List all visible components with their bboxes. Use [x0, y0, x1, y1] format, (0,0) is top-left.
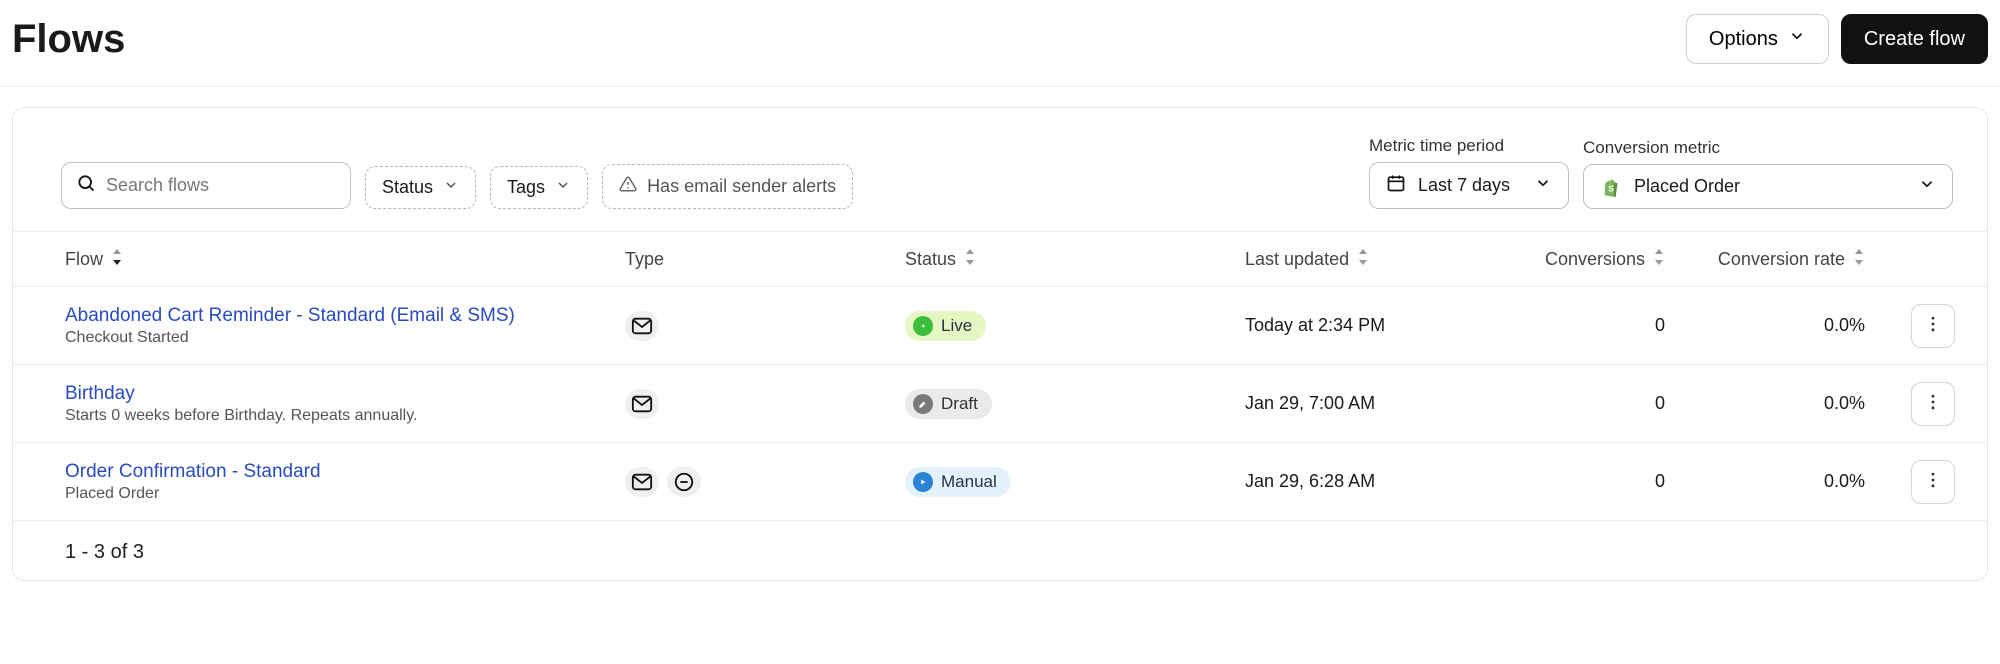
- chevron-down-icon: [555, 177, 571, 198]
- sort-icon: [1853, 249, 1865, 270]
- page-header: Flows Options Create flow: [0, 0, 2000, 87]
- status-badge: Live: [905, 311, 986, 341]
- chevron-down-icon: [1918, 175, 1936, 198]
- type-icons: [625, 311, 905, 341]
- pagination: 1 - 3 of 3: [13, 521, 1987, 566]
- conversion-metric-label: Conversion metric: [1583, 138, 1953, 158]
- status-badge: Manual: [905, 467, 1011, 497]
- conversions-value: 0: [1505, 315, 1665, 336]
- col-last-updated[interactable]: Last updated: [1245, 249, 1505, 270]
- metric-time-period-group: Metric time period Last 7 days: [1369, 136, 1569, 209]
- type-icons: [625, 467, 905, 497]
- sender-alerts-label: Has email sender alerts: [647, 176, 836, 197]
- conversions-value: 0: [1505, 471, 1665, 492]
- shopify-icon: S: [1600, 176, 1622, 198]
- search-input[interactable]: [106, 175, 338, 196]
- type-icons: [625, 389, 905, 419]
- col-conversion-rate[interactable]: Conversion rate: [1665, 249, 1865, 270]
- last-updated: Jan 29, 6:28 AM: [1245, 471, 1505, 492]
- tags-filter[interactable]: Tags: [490, 166, 588, 209]
- chevron-down-icon: [443, 177, 459, 198]
- conversion-rate-value: 0.0%: [1665, 393, 1865, 414]
- flows-card: Status Tags Has email sender alerts Metr…: [12, 107, 1988, 581]
- col-flow-label: Flow: [65, 249, 103, 270]
- conversion-rate-value: 0.0%: [1665, 315, 1865, 336]
- col-last-updated-label: Last updated: [1245, 249, 1349, 270]
- col-status-label: Status: [905, 249, 956, 270]
- filter-row: Status Tags Has email sender alerts Metr…: [13, 120, 1987, 231]
- tags-filter-label: Tags: [507, 177, 545, 198]
- row-actions-button[interactable]: [1911, 304, 1955, 348]
- options-label: Options: [1709, 28, 1778, 51]
- status-dot-icon: [913, 472, 933, 492]
- more-vertical-icon: [1923, 470, 1943, 493]
- row-actions-button[interactable]: [1911, 382, 1955, 426]
- email-icon: [625, 389, 659, 419]
- flow-subtitle: Starts 0 weeks before Birthday. Repeats …: [65, 407, 625, 425]
- status-dot-icon: [913, 316, 933, 336]
- last-updated: Today at 2:34 PM: [1245, 315, 1505, 336]
- table-header: Flow Type Status Last updated: [13, 231, 1987, 287]
- flow-name-link[interactable]: Order Confirmation - Standard: [65, 461, 625, 483]
- conversion-rate-value: 0.0%: [1665, 471, 1865, 492]
- flow-name-link[interactable]: Abandoned Cart Reminder - Standard (Emai…: [65, 305, 625, 327]
- table-row: Order Confirmation - Standard Placed Orde…: [13, 443, 1987, 521]
- status-text: Draft: [941, 394, 978, 414]
- status-badge: Draft: [905, 389, 992, 419]
- status-filter-label: Status: [382, 177, 433, 198]
- chevron-down-icon: [1788, 27, 1806, 51]
- col-conversions[interactable]: Conversions: [1505, 249, 1665, 270]
- more-vertical-icon: [1923, 392, 1943, 415]
- alert-triangle-icon: [619, 175, 637, 198]
- col-status[interactable]: Status: [905, 249, 1245, 270]
- flow-name-link[interactable]: Birthday: [65, 383, 625, 405]
- sort-icon: [1653, 249, 1665, 270]
- calendar-icon: [1386, 173, 1406, 198]
- email-icon: [625, 311, 659, 341]
- header-actions: Options Create flow: [1686, 14, 1988, 64]
- col-type-label: Type: [625, 249, 664, 270]
- flows-table: Flow Type Status Last updated: [13, 231, 1987, 521]
- status-text: Manual: [941, 472, 997, 492]
- flow-subtitle: Placed Order: [65, 485, 625, 503]
- svg-text:S: S: [1608, 184, 1614, 193]
- flow-subtitle: Checkout Started: [65, 329, 625, 347]
- page-title: Flows: [12, 17, 125, 62]
- conversion-metric-value: Placed Order: [1634, 176, 1740, 197]
- conversion-metric-select[interactable]: S Placed Order: [1583, 164, 1953, 209]
- status-filter[interactable]: Status: [365, 166, 476, 209]
- sms-icon: [667, 467, 701, 497]
- options-button[interactable]: Options: [1686, 14, 1829, 64]
- table-row: Abandoned Cart Reminder - Standard (Emai…: [13, 287, 1987, 365]
- metric-time-period-label: Metric time period: [1369, 136, 1569, 156]
- search-icon: [76, 173, 96, 198]
- create-flow-button[interactable]: Create flow: [1841, 14, 1988, 64]
- sort-icon: [964, 249, 976, 270]
- status-dot-icon: [913, 394, 933, 414]
- sort-icon: [1357, 249, 1369, 270]
- metric-time-period-value: Last 7 days: [1418, 175, 1510, 196]
- search-flows[interactable]: [61, 162, 351, 209]
- status-text: Live: [941, 316, 972, 336]
- row-actions-button[interactable]: [1911, 460, 1955, 504]
- col-conversion-rate-label: Conversion rate: [1718, 249, 1845, 270]
- more-vertical-icon: [1923, 314, 1943, 337]
- chevron-down-icon: [1534, 174, 1552, 197]
- last-updated: Jan 29, 7:00 AM: [1245, 393, 1505, 414]
- conversions-value: 0: [1505, 393, 1665, 414]
- sender-alerts-filter[interactable]: Has email sender alerts: [602, 164, 853, 209]
- table-row: Birthday Starts 0 weeks before Birthday. …: [13, 365, 1987, 443]
- sort-icon: [111, 249, 123, 270]
- col-conversions-label: Conversions: [1545, 249, 1645, 270]
- col-type: Type: [625, 249, 905, 270]
- conversion-metric-group: Conversion metric S Placed Order: [1583, 138, 1953, 209]
- metric-time-period-select[interactable]: Last 7 days: [1369, 162, 1569, 209]
- col-flow[interactable]: Flow: [65, 249, 625, 270]
- email-icon: [625, 467, 659, 497]
- create-flow-label: Create flow: [1864, 28, 1965, 51]
